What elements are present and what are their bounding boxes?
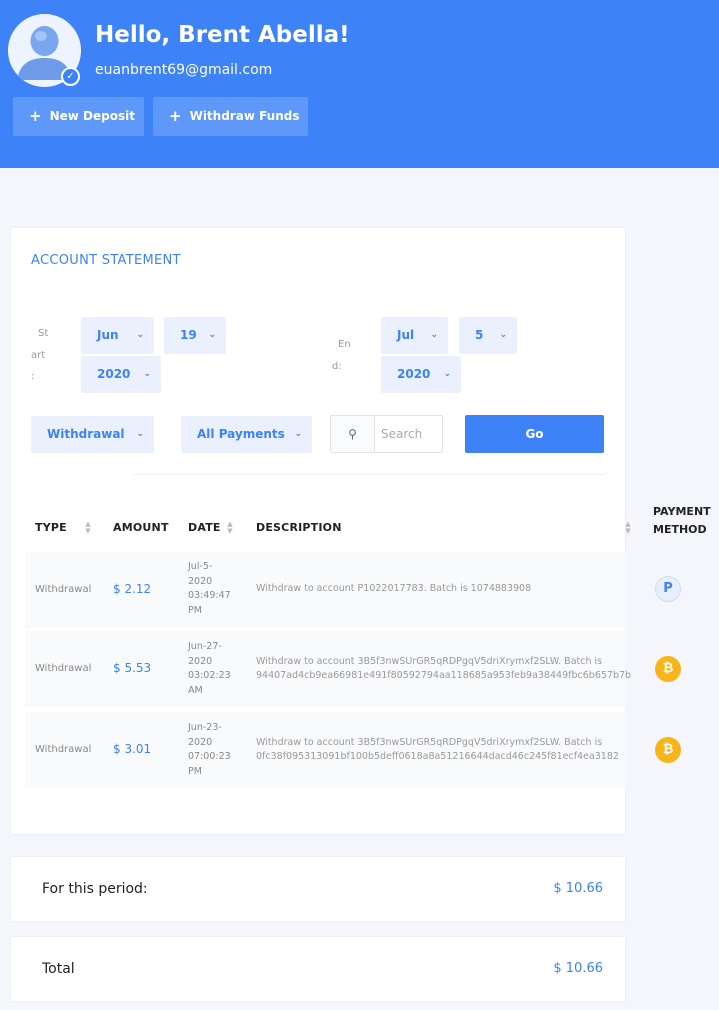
period-summary-card: For this period: $ 10.66	[10, 856, 626, 922]
payment-header-line-2: METHOD	[653, 523, 707, 536]
row-description-line: 94407ad4cb9ea66981e491f80592794aa118685a…	[256, 670, 632, 681]
chevron-down-icon: ⌄	[136, 330, 144, 340]
row-date: Jun-27- 2020 03:02:23 AM	[188, 640, 248, 698]
row-date-line: Jun-23-	[188, 722, 222, 733]
row-amount: $ 2.12	[113, 582, 152, 596]
end-day-value: 5	[475, 328, 484, 342]
new-deposit-button[interactable]: + New Deposit	[13, 97, 144, 136]
start-day-select[interactable]: 19 ⌄	[164, 317, 226, 354]
go-button[interactable]: Go	[465, 415, 604, 453]
total-summary-label: Total	[42, 961, 75, 977]
chevron-down-icon: ⌄	[443, 369, 451, 379]
plus-icon: +	[169, 107, 182, 125]
end-day-select[interactable]: 5 ⌄	[459, 317, 517, 354]
table-row[interactable]: Withdrawal $ 5.53 Jun-27- 2020 03:02:23 …	[25, 631, 631, 708]
row-date: Jun-23- 2020 07:00:23 PM	[188, 721, 248, 779]
column-header-type: TYPE	[35, 521, 67, 534]
row-date-line: PM	[188, 604, 202, 616]
start-label-line-2: art	[31, 350, 46, 361]
row-description: Withdraw to account P1022017783. Batch i…	[256, 582, 531, 596]
row-description-line: Withdraw to account 3B5f3nwSUrGR5qRDPgqV…	[256, 737, 603, 748]
table-row[interactable]: Withdrawal $ 3.01 Jun-23- 2020 07:00:23 …	[25, 712, 626, 789]
column-header-amount: AMOUNT	[113, 521, 169, 534]
bitcoin-icon: ₿	[655, 656, 681, 682]
profile-header: ✓ Hello, Brent Abella! euanbrent69@gmail…	[0, 0, 719, 168]
period-summary-label: For this period:	[42, 881, 148, 897]
greeting-title: Hello, Brent Abella!	[95, 22, 350, 48]
payment-header-line-1: PAYMENT	[653, 505, 711, 518]
row-date-line: AM	[188, 684, 203, 696]
row-description: Withdraw to account 3B5f3nwSUrGR5qRDPgqV…	[256, 736, 619, 764]
bitcoin-icon: ₿	[655, 737, 681, 763]
withdraw-funds-label: Withdraw Funds	[189, 109, 300, 123]
row-amount: $ 3.01	[113, 742, 152, 756]
plus-icon: +	[29, 107, 42, 125]
user-email: euanbrent69@gmail.com	[95, 62, 273, 78]
row-description: Withdraw to account 3B5f3nwSUrGR5qRDPgqV…	[256, 655, 631, 683]
column-header-date: DATE	[188, 521, 221, 534]
end-month-select[interactable]: Jul ⌄	[381, 317, 448, 354]
row-date-line: 03:02:23	[188, 670, 231, 681]
start-month-select[interactable]: Jun ⌄	[81, 317, 154, 354]
total-summary-card: Total $ 10.66	[10, 936, 626, 1002]
row-date-line: Jun-27-	[188, 641, 222, 652]
start-year-value: 2020	[97, 367, 131, 381]
chevron-down-icon: ⌄	[136, 429, 144, 439]
search-icon[interactable]: ⚲	[331, 416, 375, 452]
row-type: Withdrawal	[35, 744, 92, 755]
end-year-select[interactable]: 2020 ⌄	[381, 356, 461, 393]
end-year-value: 2020	[397, 367, 431, 381]
payment-filter-select[interactable]: All Payments ⌄	[181, 416, 312, 453]
row-description-line: Withdraw to account P1022017783. Batch i…	[256, 583, 532, 594]
search-box: ⚲	[330, 415, 443, 453]
chevron-down-icon: ⌄	[208, 330, 216, 340]
start-label-line-3: :	[31, 371, 35, 382]
column-header-payment-method: PAYMENT METHOD	[653, 503, 711, 539]
paypal-icon: P	[655, 576, 681, 602]
row-date-line: Jul-5-	[188, 561, 213, 572]
row-date-line: 2020	[188, 655, 213, 667]
row-date-line: PM	[188, 765, 202, 777]
end-month-value: Jul	[397, 328, 415, 342]
row-amount: $ 5.53	[113, 661, 152, 675]
type-filter-select[interactable]: Withdrawal ⌄	[31, 416, 154, 453]
row-description-line: Withdraw to account 3B5f3nwSUrGR5qRDPgqV…	[256, 656, 603, 667]
payment-filter-value: All Payments	[197, 427, 285, 441]
row-date-line: 03:49:47	[188, 590, 231, 601]
row-date-line: 2020	[188, 736, 213, 748]
withdraw-funds-button[interactable]: + Withdraw Funds	[153, 97, 308, 136]
search-input[interactable]	[381, 425, 439, 443]
new-deposit-label: New Deposit	[49, 109, 135, 123]
filter-divider	[133, 474, 605, 475]
sort-type-icon[interactable]: ▲ ▼	[83, 521, 93, 537]
chevron-down-icon: ⌄	[430, 330, 438, 340]
row-type: Withdrawal	[35, 584, 92, 595]
chevron-down-icon: ⌄	[294, 429, 302, 439]
sort-date-icon[interactable]: ▲ ▼	[225, 521, 235, 537]
chevron-down-icon: ⌄	[143, 369, 151, 379]
sort-description-icon[interactable]: ▲ ▼	[623, 521, 633, 537]
column-header-description: DESCRIPTION	[256, 521, 342, 534]
account-statement-title: ACCOUNT STATEMENT	[31, 253, 181, 268]
row-date-line: 2020	[188, 575, 213, 587]
period-summary-value: $ 10.66	[553, 881, 603, 896]
start-label-line-1: St	[38, 328, 49, 339]
chevron-down-icon: ⌄	[499, 330, 507, 340]
table-row[interactable]: Withdrawal $ 2.12 Jul-5- 2020 03:49:47 P…	[25, 552, 626, 629]
verified-check-icon: ✓	[61, 67, 80, 86]
start-year-select[interactable]: 2020 ⌄	[81, 356, 161, 393]
row-description-line: 0fc38f095313091bf100b5deff0618a8a5121664…	[256, 751, 619, 762]
type-filter-value: Withdrawal	[47, 427, 125, 441]
end-label-line-1: En	[338, 339, 351, 350]
start-day-value: 19	[180, 328, 197, 342]
end-label-line-2: d:	[332, 361, 342, 372]
row-date-line: 07:00:23	[188, 751, 231, 762]
row-date: Jul-5- 2020 03:49:47 PM	[188, 560, 248, 618]
total-summary-value: $ 10.66	[553, 961, 603, 976]
start-month-value: Jun	[97, 328, 119, 342]
row-type: Withdrawal	[35, 663, 92, 674]
